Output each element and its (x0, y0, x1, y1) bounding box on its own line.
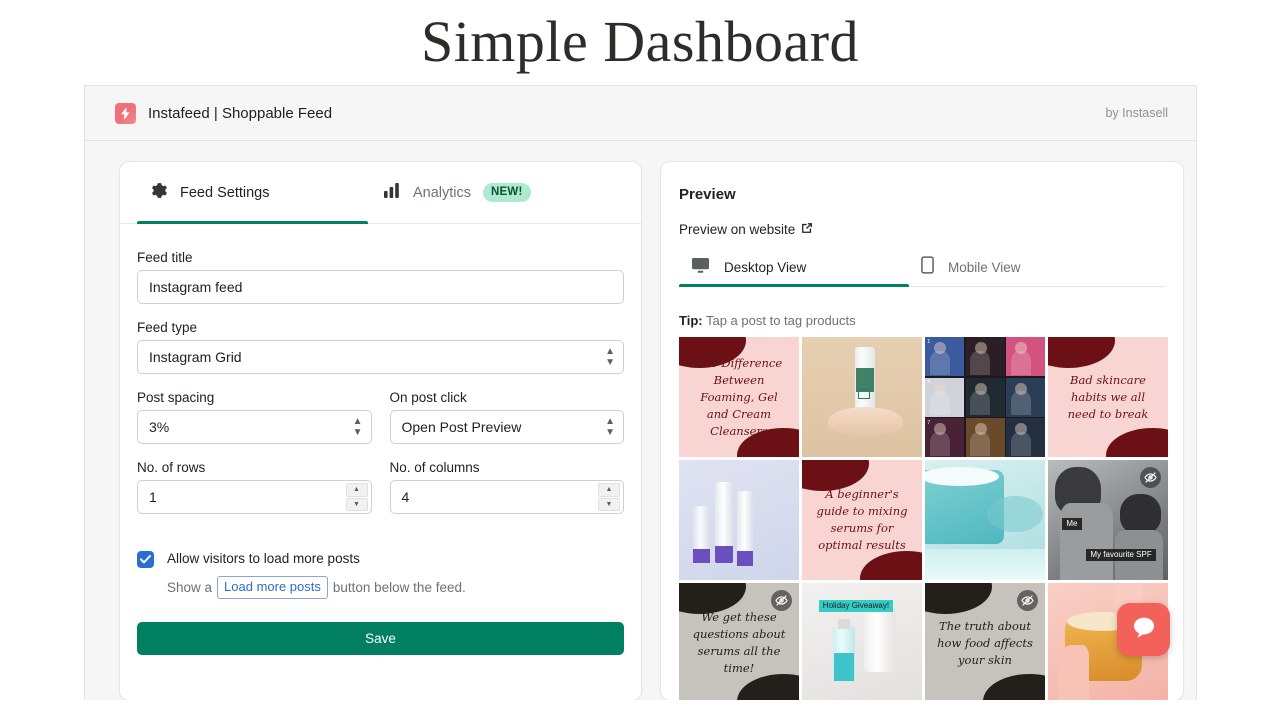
preview-tip-text: Tap a post to tag products (705, 313, 856, 328)
load-more-label: Allow visitors to load more posts (167, 551, 360, 566)
field-feed-title: Feed title Instagram feed (137, 250, 624, 304)
chevron-updown-icon: ▲ ▼ (605, 415, 615, 438)
columns-increment-icon[interactable]: ▲ (598, 483, 620, 497)
feed-type-label: Feed type (137, 320, 198, 335)
feed-settings-form: Feed title Instagram feed Feed type Inst… (137, 224, 624, 655)
post-tile[interactable]: We get these questions about serums all … (679, 583, 799, 700)
tab-desktop-view[interactable]: Desktop View (679, 249, 909, 287)
post-tile[interactable]: A beginner's guide to mixing serums for … (802, 460, 922, 580)
external-link-icon (801, 222, 813, 237)
post-tile[interactable]: Bad skincare habits we all need to break (1048, 337, 1168, 457)
tab-analytics[interactable]: Analytics NEW! (368, 162, 531, 223)
columns-decrement-icon[interactable]: ▼ (598, 497, 620, 511)
post-caption: Bad skincare habits we all need to break (1067, 372, 1149, 421)
load-more-desc-suffix: button below the feed. (332, 579, 466, 595)
post-overlay-caption: Holiday Giveaway! (818, 599, 894, 612)
row-rows-columns: No. of rows 1 ▲ ▼ No. of columns 4 ▲ ▼ (137, 460, 624, 530)
field-on-post-click: On post click Open Post Preview ▲ ▼ (389, 390, 624, 460)
on-post-click-select[interactable]: Open Post Preview ▲ ▼ (389, 410, 624, 444)
page-title: Simple Dashboard (420, 9, 860, 74)
row-spacing-click: Post spacing 3% ▲ ▼ On post click Open Po… (137, 390, 624, 460)
load-more-description: Show a Load more posts button below the … (167, 576, 466, 599)
preview-tip: Tip: Tap a post to tag products (679, 313, 1165, 328)
on-post-click-label: On post click (389, 390, 467, 405)
post-tile[interactable] (679, 460, 799, 580)
columns-input[interactable]: 4 (389, 480, 624, 514)
post-overlay-caption: Me (1062, 517, 1082, 530)
feed-title-label: Feed title (137, 250, 193, 265)
tab-feed-settings[interactable]: Feed Settings (137, 162, 368, 224)
app-name: Instafeed | Shoppable Feed (148, 104, 333, 122)
app-frame: Instafeed | Shoppable Feed by Instasell … (84, 85, 1197, 700)
field-columns: No. of columns 4 ▲ ▼ (389, 460, 624, 530)
post-caption: A beginner's guide to mixing serums for … (816, 487, 908, 552)
preview-on-website-link[interactable]: Preview on website (679, 222, 1165, 237)
gear-icon (149, 181, 168, 205)
on-post-click-value: Open Post Preview (401, 419, 522, 435)
post-tile[interactable]: Me My favourite SPF (1048, 460, 1168, 580)
rows-input[interactable]: 1 (137, 480, 372, 514)
rows-increment-icon[interactable]: ▲ (345, 483, 368, 497)
post-overlay-caption: My favourite SPF (1086, 548, 1156, 561)
post-tile[interactable] (925, 460, 1045, 580)
save-button[interactable]: Save (137, 622, 624, 655)
feed-type-select[interactable]: Instagram Grid ▲ ▼ (137, 340, 624, 374)
columns-label: No. of columns (389, 460, 480, 475)
field-rows: No. of rows 1 ▲ ▼ (137, 460, 372, 514)
chat-widget-button[interactable] (1117, 603, 1170, 656)
post-tile[interactable]: The Difference Between Foaming, Gel and … (679, 337, 799, 457)
settings-tabs: Feed Settings Analytics NEW! (120, 162, 641, 224)
load-more-posts-pill[interactable]: Load more posts (217, 576, 328, 599)
preview-card: Preview Preview on website Desktop View … (660, 161, 1184, 700)
post-tile[interactable]: The truth about how food affects your sk… (925, 583, 1045, 700)
post-tile[interactable] (802, 337, 922, 457)
post-tile[interactable]: Holiday Giveaway! (802, 583, 922, 700)
field-feed-type: Feed type Instagram Grid ▲ ▼ (137, 320, 624, 374)
post-caption: The Difference Between Foaming, Gel and … (695, 355, 783, 438)
load-more-desc-prefix: Show a (167, 579, 213, 595)
chevron-updown-icon: ▲ ▼ (605, 345, 615, 368)
app-body: Feed Settings Analytics NEW! Feed title … (85, 141, 1196, 700)
post-caption: We get these questions about serums all … (692, 610, 786, 675)
tab-mobile-view-label: Mobile View (948, 260, 1021, 275)
tab-mobile-view[interactable]: Mobile View (909, 249, 1139, 286)
post-spacing-select[interactable]: 3% ▲ ▼ (137, 410, 372, 444)
preview-on-website-label: Preview on website (679, 222, 796, 237)
rows-stepper[interactable]: ▲ ▼ (345, 483, 368, 511)
instagram-post-grid: The Difference Between Foaming, Gel and … (679, 337, 1168, 700)
app-topbar: Instafeed | Shoppable Feed by Instasell (85, 86, 1196, 141)
load-more-setting: Allow visitors to load more posts Show a… (137, 550, 624, 599)
feed-type-value: Instagram Grid (149, 349, 242, 365)
tab-analytics-label: Analytics (413, 184, 472, 201)
tab-desktop-view-label: Desktop View (724, 260, 807, 275)
preview-view-tabs: Desktop View Mobile View (679, 249, 1165, 287)
rows-label: No. of rows (137, 460, 206, 475)
mobile-icon (921, 256, 934, 279)
post-tile[interactable]: 147 (925, 337, 1045, 457)
tab-feed-settings-label: Feed Settings (180, 184, 270, 201)
hide-post-eye-icon[interactable] (1140, 467, 1161, 488)
post-caption: The truth about how food affects your sk… (937, 618, 1033, 667)
chat-bubble-icon (1131, 615, 1157, 645)
field-post-spacing: Post spacing 3% ▲ ▼ (137, 390, 372, 444)
feed-settings-card: Feed Settings Analytics NEW! Feed title … (119, 161, 642, 700)
bar-chart-icon (384, 182, 401, 203)
preview-title: Preview (679, 186, 736, 203)
columns-stepper[interactable]: ▲ ▼ (598, 483, 620, 511)
app-author: by Instasell (1105, 106, 1168, 120)
preview-tip-prefix: Tip: (679, 313, 703, 328)
load-more-checkbox[interactable] (137, 551, 154, 568)
rows-decrement-icon[interactable]: ▼ (345, 497, 368, 511)
post-spacing-value: 3% (149, 419, 170, 435)
feed-title-input[interactable]: Instagram feed (137, 270, 624, 304)
post-spacing-label: Post spacing (137, 390, 215, 405)
desktop-icon (691, 257, 710, 279)
chevron-updown-icon: ▲ ▼ (352, 415, 363, 438)
lightning-bolt-icon (115, 102, 136, 124)
status-badge-new: NEW! (483, 183, 531, 202)
